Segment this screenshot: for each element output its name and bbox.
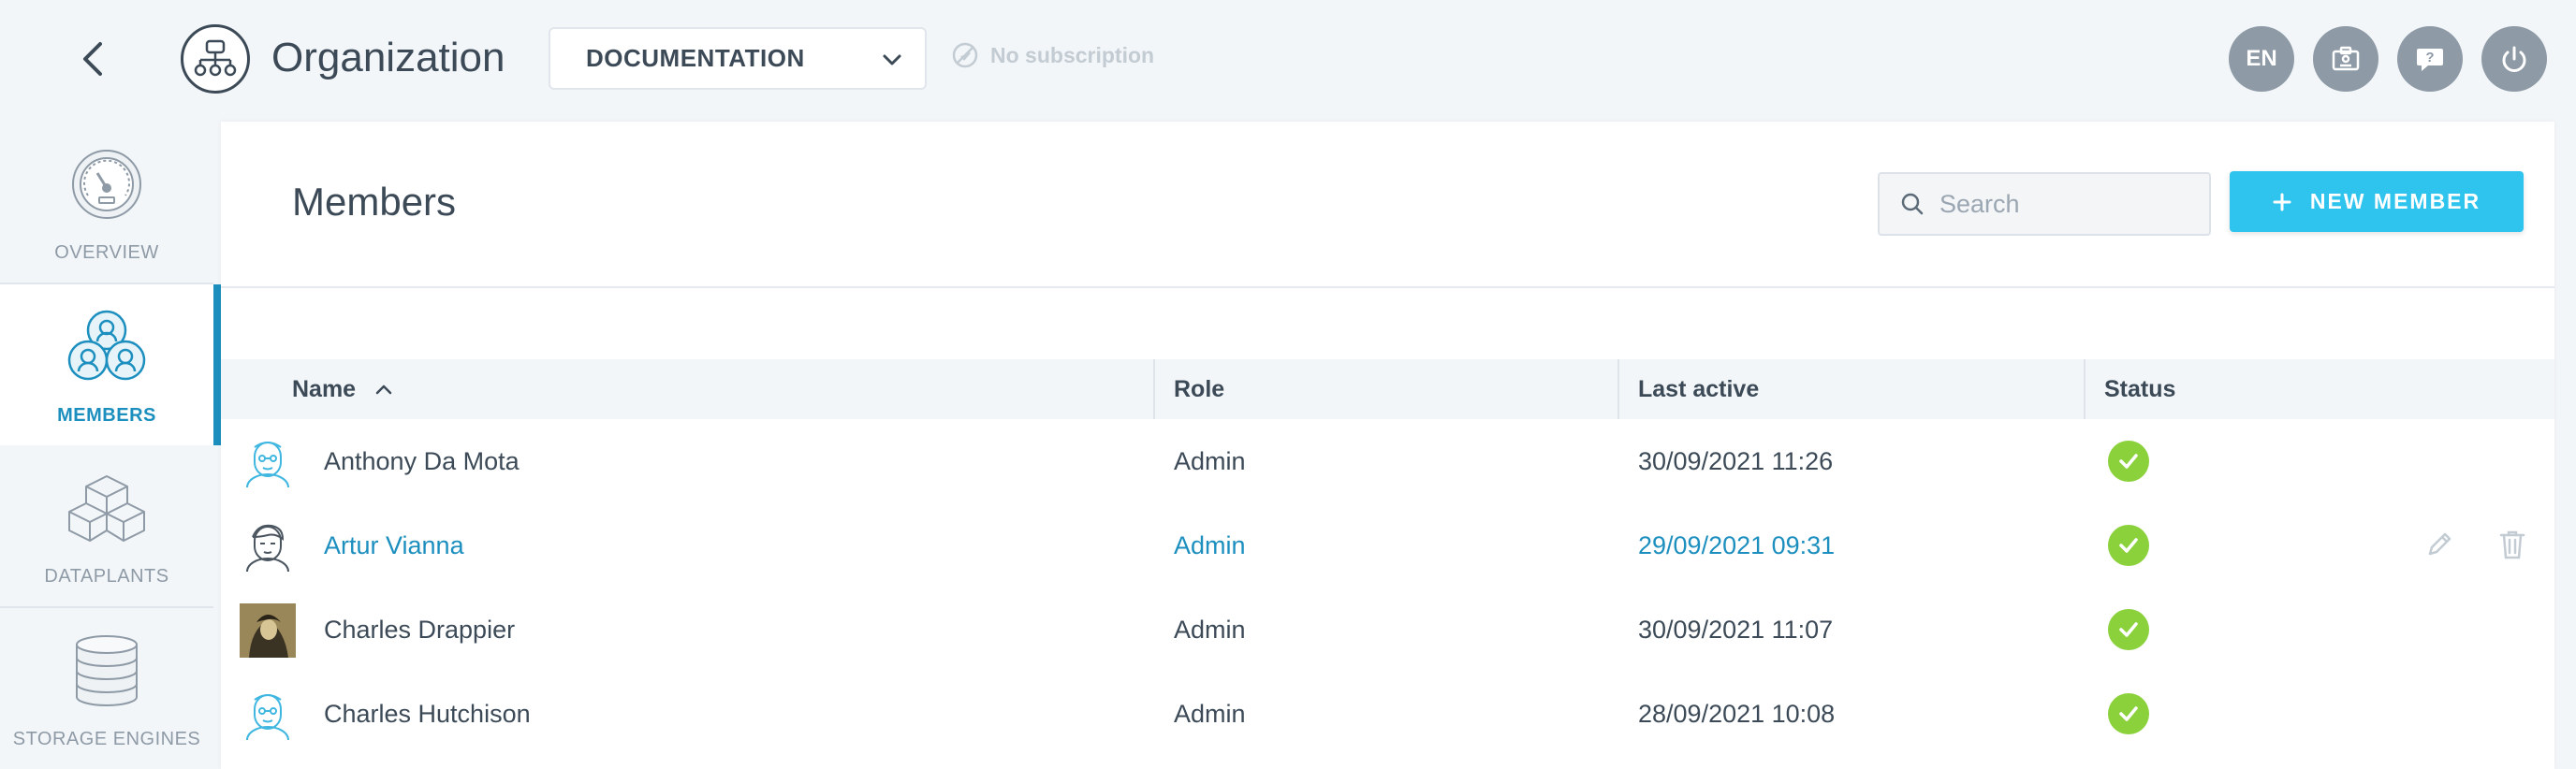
edit-member-button[interactable] — [2421, 526, 2458, 563]
chevron-left-icon — [83, 42, 102, 76]
new-member-label: NEW MEMBER — [2309, 189, 2481, 213]
column-divider — [1617, 359, 1619, 419]
table-header: Name Role Last active Status — [221, 359, 2554, 419]
search-box[interactable] — [1878, 172, 2211, 236]
cubes-icon — [62, 463, 152, 553]
id-card-icon — [2332, 46, 2360, 71]
column-divider — [2084, 359, 2086, 419]
subscription-status-text: No subscription — [990, 42, 1155, 67]
member-role: Admin — [1174, 530, 1246, 559]
default-avatar-icon — [240, 434, 296, 490]
sidebar-item-storage-engines[interactable]: STORAGE ENGINES — [0, 608, 213, 769]
trash-icon — [2499, 530, 2525, 559]
top-bar: Organization DOCUMENTATION No subscripti… — [0, 0, 2576, 122]
table-row[interactable]: Charles Drappier Admin 30/09/2021 11:07 — [221, 588, 2554, 672]
svg-text:?: ? — [2425, 50, 2434, 65]
sidebar-item-members[interactable]: MEMBERS — [0, 284, 221, 445]
member-role: Admin — [1174, 699, 1246, 728]
column-divider — [1153, 359, 1155, 419]
sidebar-item-label: MEMBERS — [57, 405, 156, 426]
member-name: Artur Vianna — [324, 530, 464, 559]
logout-button[interactable] — [2481, 26, 2547, 92]
check-circle-icon — [2108, 525, 2149, 566]
column-header-name[interactable]: Name — [292, 359, 395, 419]
database-icon — [62, 626, 152, 716]
member-name: Charles Hutchison — [324, 699, 531, 728]
check-circle-icon — [2108, 441, 2149, 482]
language-button[interactable]: EN — [2229, 26, 2294, 92]
column-header-label: Last active — [1638, 375, 1760, 402]
new-member-button[interactable]: NEW MEMBER — [2230, 171, 2524, 232]
column-header-role[interactable]: Role — [1174, 359, 1224, 419]
power-icon — [2502, 46, 2526, 72]
project-select[interactable]: DOCUMENTATION — [549, 27, 927, 90]
sidebar-item-dataplants[interactable]: DATAPLANTS — [0, 445, 213, 606]
member-role: Admin — [1174, 615, 1246, 644]
help-chat-icon: ? — [2417, 49, 2443, 71]
members-panel: Members NEW MEMBER Name Role Last active… — [221, 122, 2554, 769]
members-icon — [62, 302, 152, 392]
panel-title: Members — [292, 180, 457, 224]
column-header-last-active[interactable]: Last active — [1638, 359, 1759, 419]
member-last-active: 30/09/2021 11:07 — [1638, 615, 1834, 644]
column-header-status[interactable]: Status — [2104, 359, 2175, 419]
member-name: Anthony Da Mota — [324, 446, 520, 475]
gauge-icon — [62, 139, 152, 229]
default-avatar-icon — [240, 687, 296, 743]
sketch-avatar-icon — [240, 518, 296, 574]
sidebar-item-label: DATAPLANTS — [44, 566, 169, 587]
member-status — [2108, 672, 2149, 756]
search-icon — [1901, 193, 1924, 215]
member-role: Admin — [1174, 446, 1246, 475]
member-name: Charles Drappier — [324, 615, 516, 644]
no-subscription-icon — [952, 42, 978, 68]
member-status — [2108, 588, 2149, 672]
page-title: Organization — [271, 35, 505, 80]
sidebar-item-overview[interactable]: OVERVIEW — [0, 122, 213, 283]
table-row[interactable]: Anthony Da Mota Admin 30/09/2021 11:26 — [221, 419, 2554, 503]
table-row[interactable]: Artur Vianna Admin 29/09/2021 09:31 — [221, 503, 2554, 588]
panel-divider — [221, 286, 2554, 288]
language-code: EN — [2246, 46, 2277, 71]
column-header-label: Role — [1174, 375, 1225, 402]
member-last-active: 29/09/2021 09:31 — [1638, 530, 1836, 559]
check-circle-icon — [2108, 693, 2149, 734]
sidebar-item-label: STORAGE ENGINES — [12, 729, 201, 749]
check-circle-icon — [2108, 609, 2149, 650]
sidebar: OVERVIEW MEMBERS DATAPLANTS STORAGE ENGI… — [0, 122, 221, 769]
member-last-active: 28/09/2021 10:08 — [1638, 699, 1836, 728]
subscription-status: No subscription — [951, 41, 1154, 69]
member-status — [2108, 503, 2149, 588]
sort-ascending-icon — [375, 384, 392, 395]
column-header-label: Name — [292, 375, 357, 402]
search-input[interactable] — [1939, 189, 2202, 219]
organization-icon — [181, 24, 250, 94]
member-last-active: 30/09/2021 11:26 — [1638, 446, 1834, 475]
plus-icon — [2273, 193, 2291, 210]
profile-card-button[interactable] — [2313, 26, 2378, 92]
table-row[interactable]: Charles Hutchison Admin 28/09/2021 10:08 — [221, 672, 2554, 756]
pencil-icon — [2428, 532, 2452, 556]
delete-member-button[interactable] — [2494, 526, 2531, 563]
photo-avatar — [240, 602, 296, 659]
sidebar-item-label: OVERVIEW — [54, 242, 159, 263]
column-header-label: Status — [2104, 375, 2176, 402]
project-select-value: DOCUMENTATION — [586, 44, 805, 72]
help-button[interactable]: ? — [2397, 26, 2463, 92]
back-button[interactable] — [69, 36, 116, 82]
chevron-down-icon — [883, 54, 901, 65]
member-status — [2108, 419, 2149, 503]
